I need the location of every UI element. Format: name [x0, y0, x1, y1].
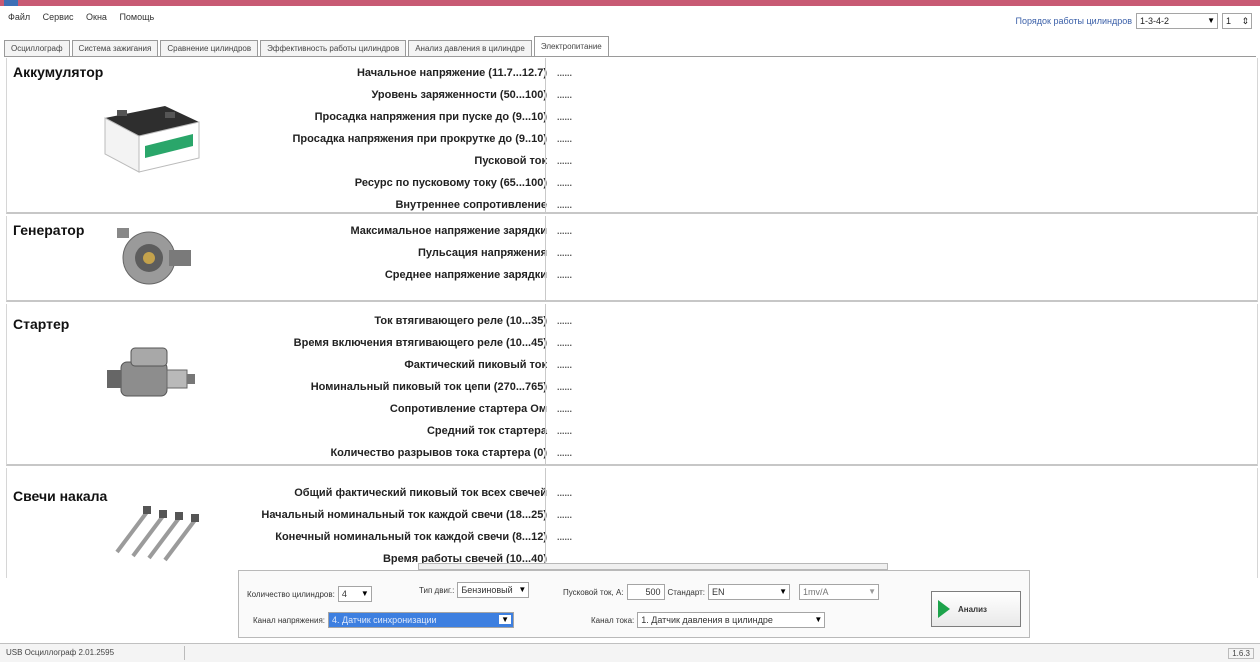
- standard-label: Стандарт:: [667, 587, 706, 597]
- engine-type-group: Тип двиг.: Бензиновый ▼: [419, 581, 530, 599]
- chevron-down-icon: ▼: [814, 615, 823, 624]
- param-row: Ток втягивающего реле (10...35)......: [374, 315, 573, 327]
- param-row: Время включения втягивающего реле (10...…: [293, 337, 573, 349]
- start-current-input[interactable]: 500: [626, 584, 665, 600]
- tab-cylinder-compare[interactable]: Сравнение цилиндров: [160, 40, 259, 56]
- firing-order-select[interactable]: 1-3-4-2 ▼: [1136, 13, 1218, 29]
- start-current-label: Пусковой ток, А:: [563, 587, 624, 597]
- param-row: Максимальное напряжение зарядки......: [350, 225, 573, 237]
- chevron-down-icon: ▼: [779, 587, 788, 596]
- tab-cylinder-efficiency[interactable]: Эффективность работы цилиндров: [260, 40, 407, 56]
- tab-oscilloscope[interactable]: Осциллограф: [4, 40, 70, 56]
- glow-plugs-section: Свечи накала Общий фактический пиковый т…: [6, 468, 1258, 578]
- analyze-button[interactable]: Анализ: [931, 591, 1021, 627]
- voltage-channel-label: Канал напряжения:: [253, 615, 325, 625]
- column-separator: [545, 58, 546, 212]
- engine-type-label: Тип двиг.:: [419, 585, 455, 595]
- scale-select[interactable]: 1mv/A ▼: [799, 584, 880, 600]
- param-row: Сопротивление стартера Ом......: [389, 403, 573, 415]
- param-row: Ресурс по пусковому току (65...100).....…: [354, 177, 573, 189]
- chevron-down-icon: ▼: [1207, 16, 1215, 25]
- firing-order-spinner[interactable]: 1 ⇕: [1222, 13, 1252, 29]
- voltage-channel-select[interactable]: 4. Датчик синхронизации ▼: [328, 612, 514, 628]
- cylinders-select[interactable]: 4 ▼: [337, 586, 372, 602]
- firing-order-label: Порядок работы цилиндров: [1015, 16, 1133, 26]
- window-titlebar: [0, 0, 1260, 6]
- chevron-down-icon: ▼: [499, 615, 511, 624]
- standard-value: EN: [712, 587, 725, 597]
- generator-section: Генератор Максимальное напряжение зарядк…: [6, 216, 1258, 302]
- analysis-settings-panel: Количество цилиндров: 4 ▼ Тип двиг.: Бен…: [238, 570, 1030, 638]
- param-row: Начальный номинальный ток каждой свечи (…: [261, 509, 573, 521]
- param-row: Просадка напряжения при прокрутке до (9.…: [292, 133, 573, 145]
- menu-windows[interactable]: Окна: [86, 12, 107, 22]
- tab-divider: [4, 56, 1256, 57]
- start-current-group: Пусковой ток, А: 500 Стандарт: EN ▼ 1mv/…: [563, 583, 880, 601]
- spinner-value: 1: [1226, 16, 1232, 26]
- current-channel-value: 1. Датчик давления в цилиндре: [641, 615, 773, 625]
- tab-cylinder-pressure[interactable]: Анализ давления в цилиндре: [408, 40, 532, 56]
- param-row: Конечный номинальный ток каждой свечи (8…: [275, 531, 573, 543]
- firing-order-group: Порядок работы цилиндров 1-3-4-2 ▼ 1 ⇕: [1015, 12, 1252, 30]
- chevron-down-icon: ▼: [518, 585, 527, 594]
- status-device-version: USB Осциллограф 2.01.2595: [6, 648, 115, 657]
- param-row: Общий фактический пиковый ток всех свече…: [294, 487, 573, 499]
- tab-ignition-system[interactable]: Система зажигания: [71, 40, 159, 56]
- battery-section: Аккумулятор Начальное напряжение (11.7..…: [6, 58, 1258, 214]
- cylinders-label: Количество цилиндров:: [247, 589, 335, 599]
- menu-help[interactable]: Помощь: [119, 12, 154, 22]
- status-bar: USB Осциллограф 2.01.2595 1.6.3: [0, 643, 1260, 662]
- param-row: Средний ток стартера......: [426, 425, 573, 437]
- firing-order-value: 1-3-4-2: [1140, 16, 1170, 26]
- status-app-version: 1.6.3: [1228, 648, 1254, 659]
- param-row: Пульсация напряжения......: [418, 247, 573, 259]
- tab-power-supply[interactable]: Электропитание: [533, 36, 609, 56]
- param-row: Фактический пиковый ток......: [404, 359, 573, 371]
- play-icon: [938, 600, 950, 618]
- chevron-down-icon: ▼: [360, 589, 369, 598]
- glow-plugs-params: Общий фактический пиковый ток всех свече…: [7, 482, 573, 570]
- param-row: Количество разрывов тока стартера (0)...…: [330, 447, 573, 459]
- param-row: Уровень заряженности (50...100)......: [371, 89, 573, 101]
- engine-type-select[interactable]: Бензиновый ▼: [457, 582, 530, 598]
- spinner-arrows-icon[interactable]: ⇕: [1241, 14, 1249, 28]
- standard-select[interactable]: EN ▼: [708, 584, 791, 600]
- param-row: Начальное напряжение (11.7...12.7)......: [356, 67, 573, 79]
- menu-bar: Файл Сервис Окна Помощь: [0, 12, 800, 30]
- param-row: Внутреннее сопротивление......: [395, 199, 573, 211]
- column-separator: [545, 304, 546, 464]
- analyze-button-label: Анализ: [958, 604, 988, 614]
- app-logo-icon: [4, 0, 18, 6]
- param-row: Пусковой ток......: [474, 155, 573, 167]
- power-supply-panel: Аккумулятор Начальное напряжение (11.7..…: [6, 58, 1258, 578]
- param-row: Номинальный пиковый ток цепи (270...765)…: [310, 381, 573, 393]
- menu-file[interactable]: Файл: [8, 12, 30, 22]
- current-channel-select[interactable]: 1. Датчик давления в цилиндре ▼: [637, 612, 826, 628]
- current-channel-group: Канал тока: 1. Датчик давления в цилиндр…: [591, 611, 826, 629]
- scale-value: 1mv/A: [803, 587, 829, 597]
- starter-section: Стартер Ток втягивающего реле (10...35).…: [6, 304, 1258, 466]
- start-current-value: 500: [645, 587, 661, 597]
- cylinders-group: Количество цилиндров: 4 ▼: [247, 585, 372, 603]
- cylinders-value: 4: [341, 589, 347, 599]
- starter-params: Ток втягивающего реле (10...35)...... Вр…: [7, 310, 573, 464]
- generator-params: Максимальное напряжение зарядки...... Пу…: [7, 220, 573, 286]
- menu-service[interactable]: Сервис: [43, 12, 74, 22]
- horizontal-scrollbar[interactable]: [418, 563, 888, 570]
- tab-bar: Осциллограф Система зажигания Сравнение …: [4, 36, 611, 56]
- param-row: Просадка напряжения при пуске до (9...10…: [314, 111, 573, 123]
- chevron-down-icon: ▼: [868, 587, 877, 596]
- param-row: Среднее напряжение зарядки......: [384, 269, 573, 281]
- battery-params: Начальное напряжение (11.7...12.7)......…: [7, 62, 573, 216]
- engine-type-value: Бензиновый: [461, 585, 513, 595]
- voltage-channel-value: 4. Датчик синхронизации: [332, 615, 437, 625]
- column-separator: [545, 468, 546, 578]
- column-separator: [545, 216, 546, 300]
- status-divider: [184, 646, 185, 660]
- current-channel-label: Канал тока:: [591, 615, 635, 625]
- voltage-channel-group: Канал напряжения: 4. Датчик синхронизаци…: [253, 611, 514, 629]
